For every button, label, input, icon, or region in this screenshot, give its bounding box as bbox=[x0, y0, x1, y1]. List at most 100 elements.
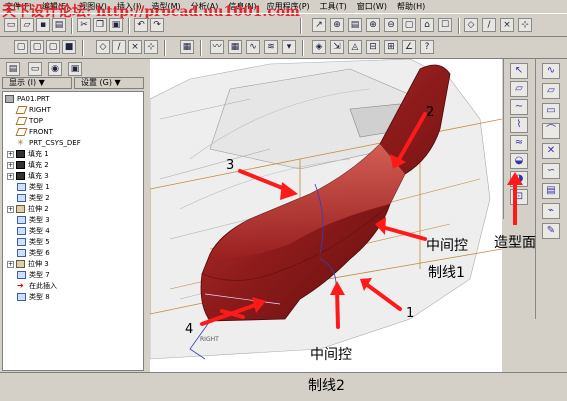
dihedral-icon[interactable]: ∠ bbox=[402, 40, 416, 54]
tree-item[interactable]: + 填充 2 bbox=[7, 160, 49, 171]
plane-icon[interactable]: ▱ bbox=[542, 83, 560, 99]
tree-item[interactable]: 类型 6 bbox=[17, 248, 50, 259]
shade-analysis-icon[interactable]: ▦ bbox=[228, 40, 242, 54]
paste-icon[interactable]: ▣ bbox=[109, 18, 123, 32]
copy-icon[interactable]: ❐ bbox=[93, 18, 107, 32]
shading-icon[interactable]: ■ bbox=[62, 40, 76, 54]
csys-toggle-icon[interactable]: ⊹ bbox=[144, 40, 158, 54]
undo-icon[interactable]: ↶ bbox=[134, 18, 148, 32]
tree-folder-icon[interactable]: ▭ bbox=[28, 62, 42, 76]
repaint-icon[interactable]: ↗ bbox=[312, 18, 326, 32]
curve-icon[interactable]: ⌒ bbox=[542, 123, 560, 139]
datum-planes-icon[interactable]: ◇ bbox=[464, 18, 478, 32]
menu-item[interactable]: 信息(N) bbox=[223, 0, 261, 13]
expand-icon[interactable]: + bbox=[7, 260, 14, 268]
saved-views-icon[interactable]: ☐ bbox=[438, 18, 452, 32]
no-hidden-icon[interactable]: ▢ bbox=[46, 40, 60, 54]
curve-from-plane-icon[interactable]: ▭ bbox=[542, 103, 560, 119]
plane-display-icon[interactable]: ◇ bbox=[96, 40, 110, 54]
draft-check-icon[interactable]: ⇲ bbox=[330, 40, 344, 54]
datum-points-icon[interactable]: × bbox=[500, 18, 514, 32]
point-icon[interactable]: ✕ bbox=[542, 143, 560, 159]
refit-icon[interactable]: ▢ bbox=[402, 18, 416, 32]
tree-item[interactable]: PA01.PRT bbox=[5, 94, 50, 105]
tree-item[interactable]: 类型 5 bbox=[17, 237, 50, 248]
reflection-icon[interactable]: ≋ bbox=[264, 40, 278, 54]
save-icon[interactable]: ▪ bbox=[36, 18, 50, 32]
hidden-line-icon[interactable]: ▢ bbox=[30, 40, 44, 54]
show-dropdown[interactable]: 显示 (I) ▼ bbox=[2, 77, 72, 89]
menu-item[interactable]: 工具(T) bbox=[315, 0, 352, 13]
drop-curve-icon[interactable]: ▤ bbox=[542, 183, 560, 199]
tree-item[interactable]: ✳ PRT_CSYS_DEF bbox=[17, 138, 81, 149]
tree-toggle-icon[interactable]: ▤ bbox=[6, 62, 20, 76]
tree-item[interactable]: + 拉伸 3 bbox=[7, 259, 49, 270]
layer-icon[interactable]: ▦ bbox=[180, 40, 194, 54]
trim-curve-icon[interactable]: ✎ bbox=[542, 223, 560, 239]
tree-item[interactable]: 类型 7 bbox=[17, 270, 50, 281]
help-pointer-icon[interactable]: ? bbox=[420, 40, 434, 54]
tree-item[interactable]: + 拉伸 2 bbox=[7, 204, 49, 215]
menu-item[interactable]: 帮助(H) bbox=[392, 0, 430, 13]
point-display-icon[interactable]: × bbox=[128, 40, 142, 54]
zoom-in-icon[interactable]: ⊕ bbox=[366, 18, 380, 32]
cos-curve-icon[interactable]: ⌇ bbox=[510, 117, 528, 133]
expand-icon[interactable]: + bbox=[7, 205, 14, 213]
curve-edit-icon[interactable]: ∽ bbox=[542, 163, 560, 179]
expand-icon[interactable]: + bbox=[7, 150, 14, 158]
csys-display-icon[interactable]: ⊹ bbox=[518, 18, 532, 32]
tree-item[interactable]: 类型 2 bbox=[17, 193, 50, 204]
zoom-out-icon[interactable]: ⊖ bbox=[384, 18, 398, 32]
orient-icon[interactable]: ▤ bbox=[348, 18, 362, 32]
menu-item[interactable]: 应用程序(P) bbox=[262, 0, 315, 13]
menu-item[interactable]: 插入(I) bbox=[112, 0, 147, 13]
slope-icon[interactable]: ◬ bbox=[348, 40, 362, 54]
datum-axes-icon[interactable]: / bbox=[482, 18, 496, 32]
offset-icon[interactable]: ⊟ bbox=[366, 40, 380, 54]
menu-item[interactable]: 视图(V) bbox=[74, 0, 112, 13]
print-icon[interactable]: ▤ bbox=[52, 18, 66, 32]
tree-item[interactable]: ➔ 在此插入 bbox=[17, 281, 57, 292]
tree-layer-icon[interactable]: ▣ bbox=[68, 62, 82, 76]
new-icon[interactable]: ▭ bbox=[4, 18, 18, 32]
axis-display-icon[interactable]: / bbox=[112, 40, 126, 54]
tree-item[interactable]: FRONT bbox=[15, 127, 53, 138]
select-arrow-icon[interactable]: ↖ bbox=[510, 63, 528, 79]
sketch-icon[interactable]: ⌁ bbox=[542, 203, 560, 219]
section-icon[interactable]: ◈ bbox=[312, 40, 326, 54]
wireframe-icon[interactable]: ▢ bbox=[14, 40, 28, 54]
spin-center-icon[interactable]: ⊕ bbox=[330, 18, 344, 32]
open-icon[interactable]: ▱ bbox=[20, 18, 34, 32]
redo-icon[interactable]: ↷ bbox=[150, 18, 164, 32]
tree-item[interactable]: 类型 1 bbox=[17, 182, 50, 193]
curve-edit-icon[interactable]: ≈ bbox=[510, 135, 528, 151]
tree-item[interactable]: RIGHT bbox=[15, 105, 51, 116]
analysis-dropdown-icon[interactable]: ▾ bbox=[282, 40, 296, 54]
tree-item[interactable]: + 填充 1 bbox=[7, 149, 49, 160]
deviation-icon[interactable]: ⊞ bbox=[384, 40, 398, 54]
tree-item[interactable]: 类型 4 bbox=[17, 226, 50, 237]
graphics-viewport[interactable]: RIGHT bbox=[150, 59, 502, 372]
tree-item[interactable]: 类型 3 bbox=[17, 215, 50, 226]
fill-icon bbox=[16, 150, 25, 158]
tree-item[interactable]: 类型 8 bbox=[17, 292, 50, 303]
view-manager-icon[interactable]: ⌂ bbox=[420, 18, 434, 32]
active-plane-icon[interactable]: ▱ bbox=[510, 81, 528, 97]
menu-item[interactable]: 分析(A) bbox=[186, 0, 224, 13]
tree-item[interactable]: TOP bbox=[15, 116, 43, 127]
menu-item[interactable]: 编辑(E) bbox=[37, 0, 74, 13]
curvature-icon[interactable]: ∿ bbox=[246, 40, 260, 54]
tree-camera-icon[interactable]: ◉ bbox=[48, 62, 62, 76]
settings-dropdown[interactable]: 设置 (G) ▼ bbox=[74, 77, 144, 89]
tree-item[interactable]: + 填充 3 bbox=[7, 171, 49, 182]
curve-icon[interactable]: ∼ bbox=[510, 99, 528, 115]
cut-icon[interactable]: ✂ bbox=[77, 18, 91, 32]
menu-item[interactable]: 窗口(W) bbox=[352, 0, 392, 13]
expand-icon[interactable]: + bbox=[7, 172, 14, 180]
curve-analysis-icon[interactable]: 〰 bbox=[210, 40, 224, 54]
expand-icon[interactable]: + bbox=[7, 161, 14, 169]
curve-sketch-icon[interactable]: ∿ bbox=[542, 63, 560, 79]
menu-item[interactable]: 文件(F) bbox=[0, 0, 37, 13]
surface-icon[interactable]: ◒ bbox=[510, 153, 528, 169]
menu-item[interactable]: 造型(M) bbox=[146, 0, 185, 13]
